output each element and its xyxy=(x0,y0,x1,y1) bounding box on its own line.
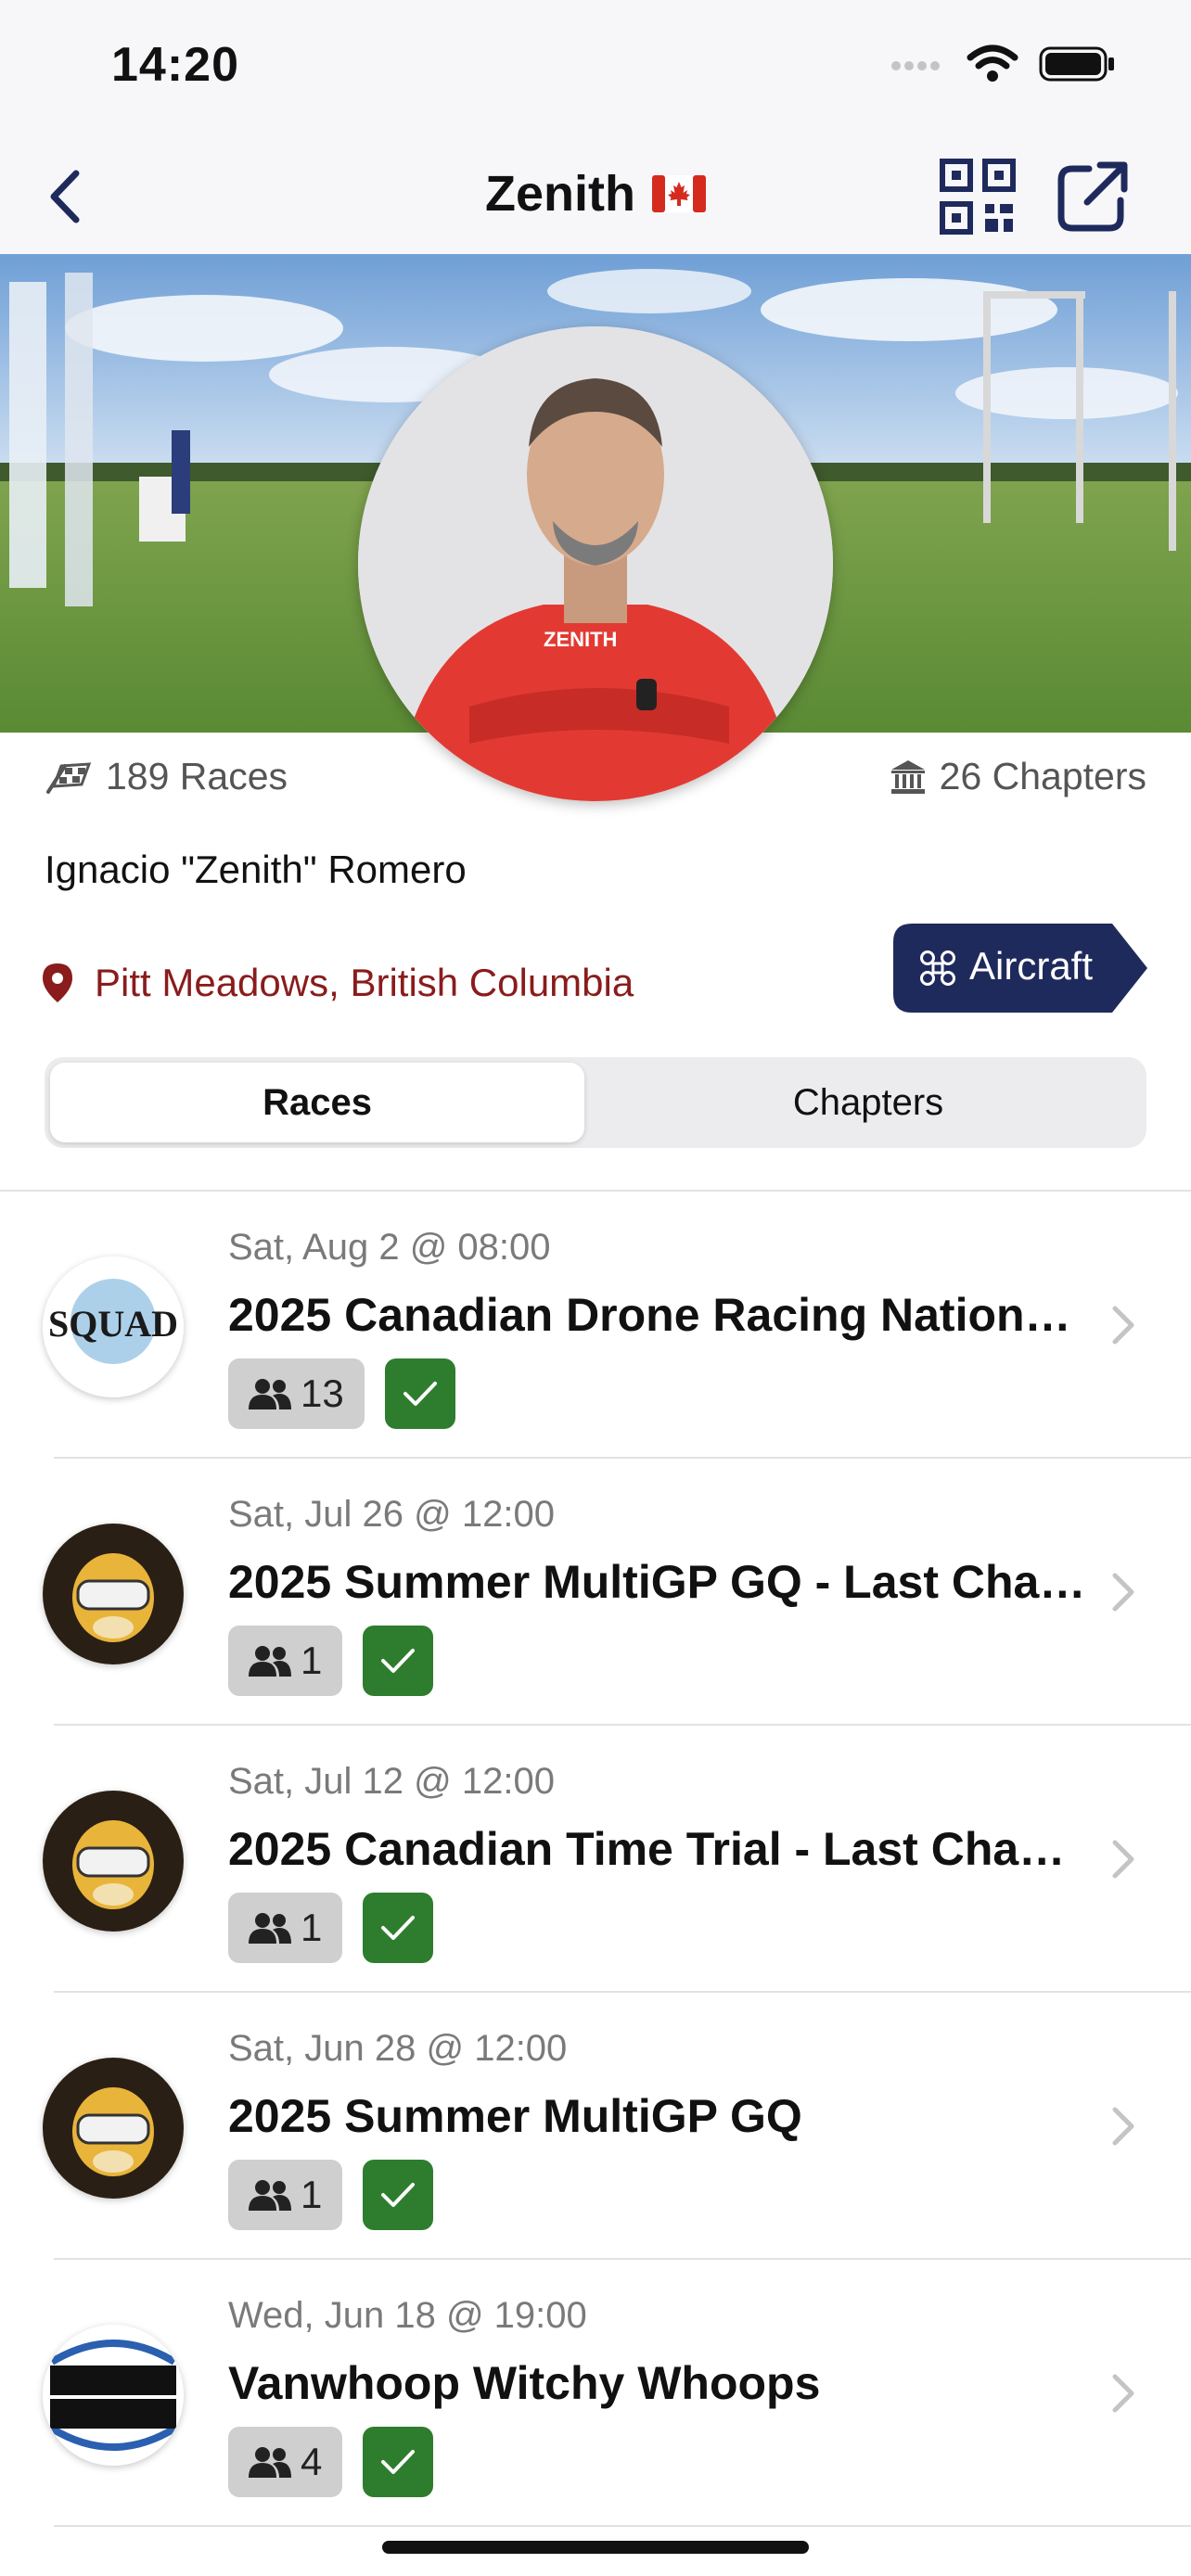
checkmark-icon xyxy=(381,1649,416,1673)
status-icons xyxy=(890,45,1117,83)
races-count-text: 189 Races xyxy=(106,755,288,797)
users-icon xyxy=(249,1379,291,1409)
pilot-count: 1 xyxy=(301,2173,323,2216)
checkered-flag-icon xyxy=(46,761,92,794)
pilot-avatar: ZENITH xyxy=(358,326,833,801)
users-icon xyxy=(249,1646,291,1677)
signal-icon xyxy=(891,61,940,70)
race-title: 2025 Summer MultiGP GQ - Last Chance xyxy=(228,1556,1091,1608)
pilot-location: Pitt Meadows, British Columbia xyxy=(41,961,634,1005)
institution-icon xyxy=(890,759,925,794)
pilot-count-badge: 1 xyxy=(228,2160,343,2230)
users-icon xyxy=(249,2447,291,2478)
races-count-stat: 189 Races xyxy=(45,755,288,798)
checkmark-icon xyxy=(403,1382,437,1406)
status-time: 14:20 xyxy=(111,38,239,92)
chevron-right-icon xyxy=(1112,1840,1134,1879)
race-date: Sat, Jun 28 @ 12:00 xyxy=(228,2028,568,2069)
nav-bar: Zenith xyxy=(0,139,1191,254)
chevron-right-icon xyxy=(1112,1573,1134,1612)
tab-chapters[interactable]: Chapters xyxy=(596,1063,1141,1142)
drone-icon xyxy=(920,950,955,986)
status-bar: 14:20 xyxy=(0,0,1191,139)
race-title: 2025 Summer MultiGP GQ xyxy=(228,2090,802,2142)
home-indicator[interactable] xyxy=(382,2541,809,2554)
race-badges: 1 xyxy=(228,1893,434,1963)
segmented-control: Races Chapters xyxy=(45,1057,1146,1148)
race-row[interactable]: Sat, Jun 28 @ 12:00 2025 Summer MultiGP … xyxy=(0,1993,1191,2260)
race-row[interactable]: Sat, Jul 26 @ 12:00 2025 Summer MultiGP … xyxy=(0,1459,1191,1726)
registered-badge xyxy=(363,2427,434,2497)
multigp-monkey-logo xyxy=(43,1791,184,1932)
pilot-count-badge: 1 xyxy=(228,1893,343,1963)
chapters-count-stat: 26 Chapters xyxy=(890,755,1146,798)
map-pin-icon xyxy=(43,963,72,1002)
tab-races[interactable]: Races xyxy=(50,1063,584,1142)
multigp-monkey-logo xyxy=(43,2058,184,2199)
chevron-right-icon xyxy=(1112,2107,1134,2146)
row-divider xyxy=(54,2525,1191,2527)
canada-flag-icon xyxy=(651,175,706,212)
race-date: Sat, Jul 12 @ 12:00 xyxy=(228,1761,555,1802)
chapters-count-text: 26 Chapters xyxy=(939,755,1146,797)
page-title-text: Zenith xyxy=(485,166,635,222)
pilot-count: 1 xyxy=(301,1639,323,1682)
squad-logo: SQUAD xyxy=(43,1256,184,1397)
race-badges: 1 xyxy=(228,2160,434,2230)
race-badges: 1 xyxy=(228,1626,434,1696)
pilot-count-badge: 13 xyxy=(228,1358,365,1429)
external-link-icon xyxy=(1057,161,1128,232)
race-row[interactable]: Sat, Jul 12 @ 12:00 2025 Canadian Time T… xyxy=(0,1726,1191,1993)
users-icon xyxy=(249,2180,291,2211)
pilot-name: Ignacio "Zenith" Romero xyxy=(45,848,467,891)
chevron-right-icon xyxy=(1112,2374,1134,2413)
registered-badge xyxy=(363,1626,434,1696)
chevron-right-icon xyxy=(1112,1306,1134,1345)
pilot-count-badge: 4 xyxy=(228,2427,343,2497)
registered-badge xyxy=(363,2160,434,2230)
pilot-count: 13 xyxy=(301,1371,344,1415)
multigp-monkey-logo xyxy=(43,1524,184,1664)
race-row[interactable]: SQUAD Sat, Aug 2 @ 08:00 2025 Canadian D… xyxy=(0,1192,1191,1459)
svg-text:SQUAD: SQUAD xyxy=(48,1303,178,1345)
aircraft-button[interactable]: Aircraft xyxy=(893,924,1147,1013)
qr-code-icon xyxy=(940,159,1016,235)
qr-code-button[interactable] xyxy=(939,158,1017,236)
location-text: Pitt Meadows, British Columbia xyxy=(95,961,634,1004)
race-date: Sat, Jul 26 @ 12:00 xyxy=(228,1494,555,1535)
race-title: 2025 Canadian Drone Racing National Cham… xyxy=(228,1289,1091,1341)
aircraft-label: Aircraft xyxy=(969,944,1094,988)
registered-badge xyxy=(363,1893,434,1963)
svg-text:ZENITH: ZENITH xyxy=(544,628,617,651)
race-title: 2025 Canadian Time Trial - Last Chance xyxy=(228,1823,1091,1875)
users-icon xyxy=(249,1913,291,1944)
race-row[interactable]: Wed, Jun 18 @ 19:00 Vanwhoop Witchy Whoo… xyxy=(0,2260,1191,2527)
checkmark-icon xyxy=(381,2450,416,2474)
registered-badge xyxy=(384,1358,455,1429)
pilot-count-badge: 1 xyxy=(228,1626,343,1696)
pilot-count: 4 xyxy=(301,2440,323,2483)
wifi-icon xyxy=(967,45,1018,82)
battery-icon xyxy=(1039,46,1114,82)
checkmark-icon xyxy=(381,2183,416,2207)
vanwhoop-logo xyxy=(43,2325,184,2466)
race-title: Vanwhoop Witchy Whoops xyxy=(228,2357,821,2409)
race-date: Wed, Jun 18 @ 19:00 xyxy=(228,2295,587,2336)
race-date: Sat, Aug 2 @ 08:00 xyxy=(228,1227,551,1268)
pilot-count: 1 xyxy=(301,1906,323,1949)
checkmark-icon xyxy=(381,1916,416,1940)
race-badges: 4 xyxy=(228,2427,434,2497)
race-badges: 13 xyxy=(228,1358,455,1429)
share-button[interactable] xyxy=(1054,158,1132,236)
